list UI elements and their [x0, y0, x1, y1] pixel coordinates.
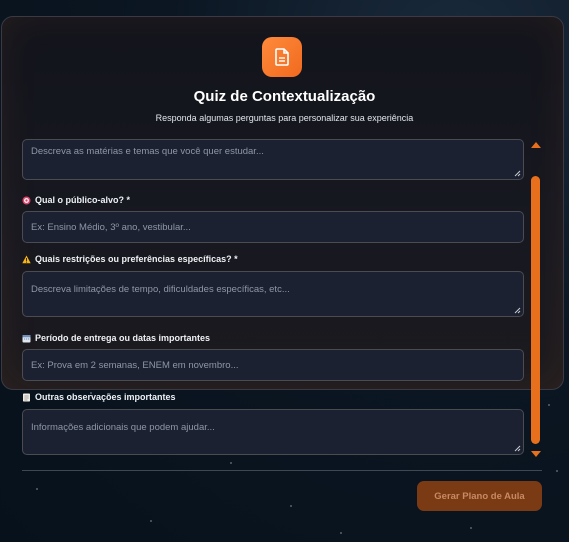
background-star: [290, 505, 292, 507]
audience-label-text: Qual o público-alvo? *: [35, 195, 131, 205]
background-star: [230, 462, 232, 464]
audience-input[interactable]: Ex: Ensino Médio, 3º ano, vestibular...: [22, 211, 524, 243]
background-star: [36, 488, 38, 490]
background-star: [340, 532, 342, 534]
scroll-up-arrow[interactable]: [531, 142, 541, 148]
restrictions-placeholder: Descreva limitações de tempo, dificuldad…: [31, 284, 290, 295]
background-star: [556, 470, 558, 472]
notes-placeholder: Informações adicionais que podem ajudar.…: [31, 422, 215, 433]
resize-handle-icon[interactable]: [514, 170, 521, 177]
page-subtitle: Responda algumas perguntas para personal…: [155, 113, 414, 123]
generate-plan-button[interactable]: Gerar Plano de Aula: [417, 481, 542, 511]
scroll-down-arrow[interactable]: [531, 451, 541, 457]
audience-placeholder: Ex: Ensino Médio, 3º ano, vestibular...: [31, 221, 191, 233]
scrollbar-thumb[interactable]: [531, 176, 540, 444]
calendar-icon: [22, 334, 31, 343]
warning-icon: [22, 255, 31, 264]
deadline-label: Período de entrega ou datas importantes: [22, 333, 210, 343]
document-icon: [262, 37, 302, 77]
subjects-textarea[interactable]: Descreva as matérias e temas que você qu…: [22, 139, 524, 180]
restrictions-textarea[interactable]: Descreva limitações de tempo, dificuldad…: [22, 271, 524, 317]
deadline-placeholder: Ex: Prova em 2 semanas, ENEM em novembro…: [31, 359, 239, 371]
notes-label-text: Outras observações importantes: [35, 392, 176, 402]
notes-label: Outras observações importantes: [22, 392, 176, 402]
notes-textarea[interactable]: Informações adicionais que podem ajudar.…: [22, 409, 524, 455]
memo-icon: [22, 393, 31, 402]
resize-handle-icon[interactable]: [514, 307, 521, 314]
audience-label: Qual o público-alvo? *: [22, 195, 130, 205]
target-icon: [22, 196, 31, 205]
deadline-input[interactable]: Ex: Prova em 2 semanas, ENEM em novembro…: [22, 349, 524, 381]
background-star: [470, 527, 472, 529]
deadline-label-text: Período de entrega ou datas importantes: [35, 333, 211, 343]
background-star: [548, 404, 550, 406]
divider: [22, 470, 542, 471]
background-star: [150, 520, 152, 522]
restrictions-label-text: Quais restrições ou preferências específ…: [35, 254, 238, 264]
subjects-placeholder: Descreva as matérias e temas que você qu…: [31, 146, 264, 157]
page-title: Quiz de Contextualização: [193, 88, 376, 105]
resize-handle-icon[interactable]: [514, 445, 521, 452]
restrictions-label: Quais restrições ou preferências específ…: [22, 254, 238, 264]
